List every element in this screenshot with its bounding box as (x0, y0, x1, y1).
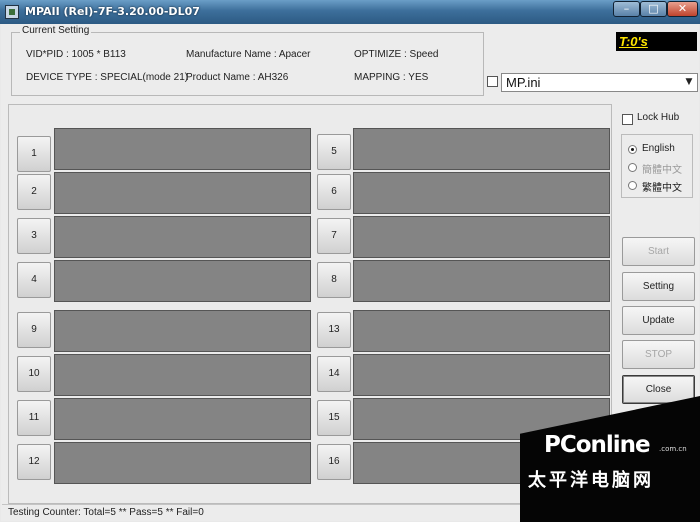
port-slot-11 (54, 398, 311, 440)
port-button-3[interactable]: 3 (17, 218, 51, 254)
traditional-chinese-radio[interactable] (628, 181, 637, 190)
port-button-8[interactable]: 8 (317, 262, 351, 298)
current-setting-group: Current Setting VID*PID : 1005 * B113 DE… (11, 25, 484, 96)
port-button-14[interactable]: 14 (317, 356, 351, 392)
port-slot-1 (54, 128, 311, 170)
port-button-13[interactable]: 13 (317, 312, 351, 348)
port-button-9[interactable]: 9 (17, 312, 51, 348)
port-slot-13 (353, 310, 610, 352)
port-slot-8 (353, 260, 610, 302)
port-button-5[interactable]: 5 (317, 134, 351, 170)
elapsed-timer: T:0's (616, 32, 697, 51)
chevron-down-icon[interactable]: ▼ (682, 75, 696, 90)
stop-button[interactable]: STOP (622, 340, 695, 369)
port-button-6[interactable]: 6 (317, 174, 351, 210)
mapping-value: MAPPING : YES (354, 72, 429, 83)
port-button-16[interactable]: 16 (317, 444, 351, 480)
optimize-value: OPTIMIZE : Speed (354, 49, 439, 60)
english-label: English (642, 143, 675, 154)
port-button-2[interactable]: 2 (17, 174, 51, 210)
product-name-value: Product Name : AH326 (186, 72, 289, 83)
device-type-value: DEVICE TYPE : SPECIAL(mode 21) (26, 72, 189, 83)
simplified-chinese-radio[interactable] (628, 163, 637, 172)
watermark-logo: PConline (544, 432, 651, 458)
window-title: MPAII (Rel)-7F-3.20.00-DL07 (25, 5, 200, 18)
port-slot-6 (353, 172, 610, 214)
watermark-domain: .com.cn (659, 445, 687, 453)
port-button-10[interactable]: 10 (17, 356, 51, 392)
minimize-button[interactable]: – (613, 1, 640, 17)
lock-hub-checkbox[interactable] (622, 114, 633, 125)
app-icon (5, 5, 19, 19)
port-button-1[interactable]: 1 (17, 136, 51, 172)
port-button-7[interactable]: 7 (317, 218, 351, 254)
port-slot-3 (54, 216, 311, 258)
simplified-chinese-label: 簡體中文 (642, 165, 682, 176)
port-slot-4 (54, 260, 311, 302)
current-setting-legend: Current Setting (20, 25, 92, 36)
watermark-chinese: 太平洋电脑网 (528, 470, 654, 491)
ini-checkbox[interactable] (487, 76, 498, 87)
port-button-11[interactable]: 11 (17, 400, 51, 436)
start-button[interactable]: Start (622, 237, 695, 266)
maximize-button[interactable]: □ (640, 1, 667, 17)
port-slot-12 (54, 442, 311, 484)
english-radio[interactable] (628, 145, 637, 154)
language-group: English 簡體中文 繁體中文 (621, 134, 693, 198)
update-button[interactable]: Update (622, 306, 695, 335)
mpall-window: MPAII (Rel)-7F-3.20.00-DL07 – □ ✕ Curren… (0, 0, 700, 522)
ini-file-value: MP.ini (506, 75, 541, 90)
vid-pid-value: VID*PID : 1005 * B113 (26, 49, 126, 60)
manufacture-name-value: Manufacture Name : Apacer (186, 49, 311, 60)
port-slot-10 (54, 354, 311, 396)
setting-button[interactable]: Setting (622, 272, 695, 301)
close-window-button[interactable]: ✕ (667, 1, 698, 17)
ini-file-select[interactable]: MP.ini ▼ (501, 73, 698, 92)
port-slot-14 (353, 354, 610, 396)
traditional-chinese-label: 繁體中文 (642, 183, 682, 194)
port-slot-5 (353, 128, 610, 170)
lock-hub-label: Lock Hub (637, 112, 680, 123)
port-button-15[interactable]: 15 (317, 400, 351, 436)
port-button-12[interactable]: 12 (17, 444, 51, 480)
port-button-4[interactable]: 4 (17, 262, 51, 298)
port-slot-7 (353, 216, 610, 258)
title-bar[interactable]: MPAII (Rel)-7F-3.20.00-DL07 – □ ✕ (0, 0, 700, 24)
port-slot-9 (54, 310, 311, 352)
port-slot-2 (54, 172, 311, 214)
